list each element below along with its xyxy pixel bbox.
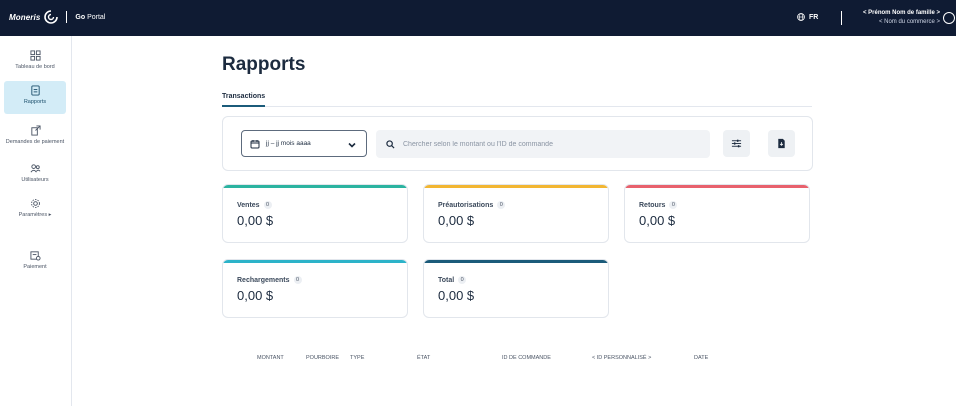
column-header-order-id[interactable]: ID DE COMMANDE (502, 355, 551, 361)
date-range-value: jj – jj mois aaaa (266, 140, 311, 147)
stat-card-sales[interactable]: Ventes 0 0,00 $ (222, 184, 408, 243)
reports-icon (30, 85, 40, 96)
count-badge: 0 (293, 276, 302, 284)
tab-transactions[interactable]: Transactions (222, 93, 266, 107)
column-header-tip[interactable]: POURBOIRE (306, 355, 339, 361)
card-accent-bar (223, 185, 407, 188)
card-label: Ventes 0 (237, 201, 272, 209)
moneris-logo-icon (44, 10, 59, 24)
chevron-down-icon (348, 142, 356, 148)
stat-card-reloads[interactable]: Rechargements 0 0,00 $ (222, 259, 408, 318)
portal-name: Go Portal (75, 13, 106, 21)
sidebar-item-label: Tableau de bord (15, 64, 55, 70)
search-icon (386, 139, 395, 149)
sidebar: Tableau de bord Rapports Demandes de pai… (0, 36, 72, 406)
sidebar-item-payment[interactable]: Paiement (4, 246, 66, 274)
column-header-type[interactable]: TYPE (350, 355, 364, 361)
user-avatar-icon[interactable] (943, 12, 955, 24)
users-icon (30, 164, 40, 173)
card-amount: 0,00 $ (237, 213, 274, 228)
sidebar-item-payment-requests[interactable]: Demandes de paiement (4, 121, 66, 157)
globe-icon (797, 13, 805, 21)
column-header-amount[interactable]: MONTANT (257, 355, 284, 361)
language-label: FR (809, 13, 819, 21)
card-amount: 0,00 $ (639, 213, 676, 228)
date-range-select[interactable]: jj – jj mois aaaa (241, 130, 367, 157)
sliders-icon (731, 139, 742, 148)
card-amount: 0,00 $ (438, 288, 475, 303)
sidebar-item-settings[interactable]: Paramètres ▸ (4, 194, 66, 224)
column-header-custom-id[interactable]: < ID PERSONNALISÉ > (592, 355, 651, 361)
column-header-status[interactable]: ÉTAT (417, 355, 430, 361)
sidebar-item-dashboard[interactable]: Tableau de bord (4, 46, 66, 76)
sidebar-item-label: Paiement (23, 264, 47, 270)
stat-card-total[interactable]: Total 0 0,00 $ (423, 259, 609, 318)
header-divider (841, 11, 842, 25)
search-box (376, 130, 710, 158)
stat-card-returns[interactable]: Retours 0 0,00 $ (624, 184, 810, 243)
card-label: Total 0 (438, 276, 467, 284)
count-badge: 0 (669, 201, 678, 209)
card-accent-bar (625, 185, 809, 188)
sidebar-item-label: Demandes de paiement (5, 139, 65, 145)
sidebar-item-label: Paramètres ▸ (18, 212, 52, 218)
card-label: Retours 0 (639, 201, 678, 209)
sidebar-item-users[interactable]: Utilisateurs (4, 159, 66, 187)
transactions-table-header: MONTANT POURBOIRE TYPE ÉTAT ID DE COMMAN… (222, 355, 813, 365)
filter-panel: jj – jj mois aaaa (222, 116, 813, 171)
brand-divider (66, 11, 68, 23)
top-bar: Moneris Go Portal FR < Prénom Nom de fam… (0, 0, 956, 36)
sidebar-item-reports[interactable]: Rapports (4, 81, 66, 114)
card-accent-bar (424, 185, 608, 188)
sidebar-item-label: Rapports (23, 99, 47, 105)
dashboard-icon (29, 50, 41, 61)
card-label: Préautorisations 0 (438, 201, 506, 209)
card-accent-bar (223, 260, 407, 263)
brand[interactable]: Moneris Go Portal (9, 10, 105, 24)
search-input[interactable] (403, 140, 693, 148)
brand-name: Moneris (9, 12, 41, 22)
count-badge: 0 (263, 201, 272, 209)
count-badge: 0 (458, 276, 467, 284)
user-name: < Prénom Nom de famille > (862, 10, 940, 16)
calendar-icon (250, 139, 260, 148)
tab-bar: Transactions (222, 93, 812, 107)
payment-requests-icon (30, 125, 41, 136)
card-accent-bar (424, 260, 608, 263)
count-badge: 0 (497, 201, 506, 209)
card-amount: 0,00 $ (237, 288, 274, 303)
payment-icon (29, 251, 41, 261)
sidebar-item-label: Utilisateurs (21, 177, 49, 183)
user-menu[interactable]: < Prénom Nom de famille > < Nom du comme… (863, 9, 940, 27)
page-title: Rapports (222, 54, 306, 75)
settings-icon (30, 199, 40, 208)
card-amount: 0,00 $ (438, 213, 475, 228)
language-switcher[interactable]: FR (797, 13, 818, 21)
business-name: < Nom du commerce > (878, 19, 940, 25)
stat-card-preauthorizations[interactable]: Préautorisations 0 0,00 $ (423, 184, 609, 243)
column-header-date[interactable]: DATE (694, 355, 708, 361)
filter-settings-button[interactable] (723, 130, 750, 157)
file-download-icon (778, 138, 785, 149)
card-label: Rechargements 0 (237, 276, 302, 284)
export-button[interactable] (768, 130, 795, 157)
